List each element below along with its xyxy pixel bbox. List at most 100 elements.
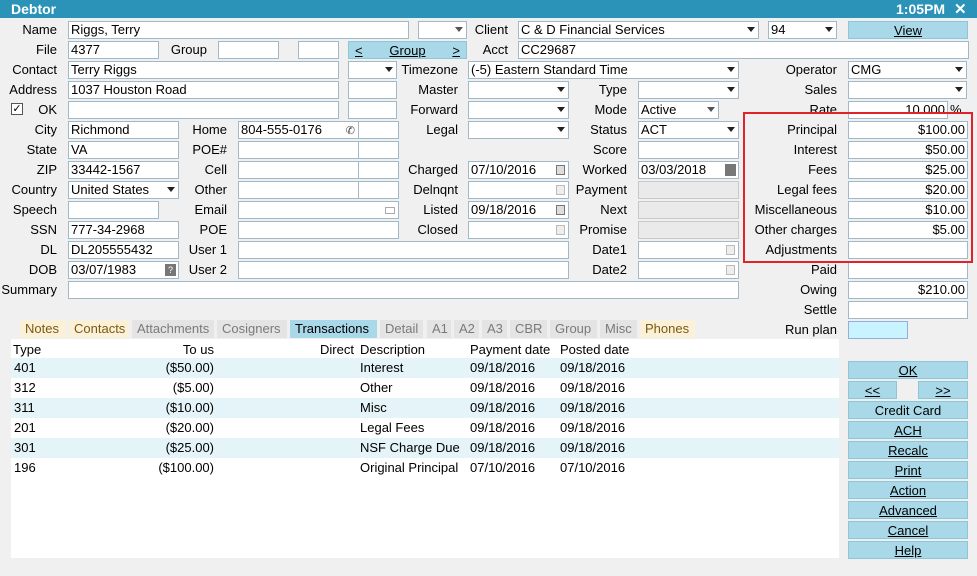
calendar-icon[interactable] — [726, 245, 735, 255]
poe-number-extra[interactable] — [358, 141, 399, 159]
sales-dropdown[interactable] — [848, 81, 967, 99]
help-button[interactable]: Help — [848, 541, 968, 559]
tab-notes[interactable]: Notes — [20, 320, 66, 338]
charged-field[interactable]: 07/10/2016 — [468, 161, 569, 179]
city-field[interactable]: Richmond — [68, 121, 179, 139]
cell-ext-field[interactable] — [358, 161, 399, 179]
name-field[interactable]: Riggs, Terry — [68, 21, 409, 39]
contact-field[interactable]: Terry Riggs — [68, 61, 339, 79]
cancel-button[interactable]: Cancel — [848, 521, 968, 539]
table-row[interactable]: 196 ($100.00) Original Principal 07/10/2016… — [11, 458, 839, 478]
tab-misc[interactable]: Misc — [600, 320, 637, 338]
poe-number-field[interactable] — [238, 141, 359, 159]
table-row[interactable]: 301 ($25.00) NSF Charge Due 09/18/2016 09/18… — [11, 438, 839, 458]
col-header-type[interactable]: Type — [13, 341, 41, 358]
group-field[interactable] — [218, 41, 279, 59]
group-prev-button[interactable]: < — [355, 42, 363, 59]
paid-field[interactable] — [848, 261, 968, 279]
forward-dropdown[interactable] — [468, 101, 569, 119]
tab-a3[interactable]: A3 — [482, 320, 507, 338]
cell-field[interactable] — [238, 161, 359, 179]
tab-detail[interactable]: Detail — [380, 320, 423, 338]
tab-cbr[interactable]: CBR — [510, 320, 547, 338]
master-dropdown[interactable] — [468, 81, 569, 99]
group-field-2[interactable] — [298, 41, 339, 59]
credit-card-button[interactable]: Credit Card — [848, 401, 968, 419]
recalc-button[interactable]: Recalc — [848, 441, 968, 459]
user1-field[interactable] — [238, 241, 569, 259]
tab-phones[interactable]: Phones — [640, 320, 695, 338]
home-phone-field[interactable]: 804-555-0176 ✆ — [238, 121, 359, 139]
home-ext-field[interactable] — [358, 121, 399, 139]
group-next-button[interactable]: > — [452, 42, 460, 59]
calendar-icon[interactable] — [556, 225, 565, 235]
col-header-direct[interactable]: Direct — [320, 341, 354, 358]
calendar-icon[interactable] — [725, 164, 736, 176]
table-row[interactable]: 312 ($5.00) Other 09/18/2016 09/18/2016 — [11, 378, 839, 398]
ssn-field[interactable]: 777-34-2968 — [68, 221, 179, 239]
calendar-icon[interactable] — [556, 185, 565, 195]
operator-dropdown[interactable]: CMG — [848, 61, 967, 79]
mode-dropdown[interactable]: Active — [638, 101, 719, 119]
file-field[interactable]: 4377 — [68, 41, 159, 59]
address-line-2-field[interactable] — [68, 101, 339, 119]
delnqnt-field[interactable] — [468, 181, 569, 199]
table-row[interactable]: 311 ($10.00) Misc 09/18/2016 09/18/2016 — [11, 398, 839, 418]
email-field[interactable] — [238, 201, 399, 219]
other-phone-field[interactable] — [238, 181, 359, 199]
tab-cosigners[interactable]: Cosigners — [217, 320, 287, 338]
group-button[interactable]: Group — [389, 43, 425, 58]
tab-group[interactable]: Group — [550, 320, 597, 338]
zip-field[interactable]: 33442-1567 — [68, 161, 179, 179]
legal-dropdown[interactable] — [468, 121, 569, 139]
address-field[interactable]: 1037 Houston Road — [68, 81, 339, 99]
dob-field[interactable]: 03/07/1983? — [68, 261, 179, 279]
col-header-payment-date[interactable]: Payment date — [470, 341, 550, 358]
country-dropdown[interactable]: United States — [68, 181, 179, 199]
ok-button[interactable]: OK — [848, 361, 968, 379]
calendar-icon[interactable] — [556, 165, 565, 175]
col-header-description[interactable]: Description — [360, 341, 425, 358]
col-header-to-us[interactable]: To us — [150, 341, 214, 358]
calendar-icon[interactable] — [726, 265, 735, 275]
run-plan-field[interactable] — [848, 321, 908, 339]
score-field[interactable] — [638, 141, 739, 159]
settle-field[interactable] — [848, 301, 968, 319]
help-calendar-icon[interactable]: ? — [165, 264, 176, 276]
poe-field[interactable] — [238, 221, 399, 239]
client-dropdown[interactable]: C & D Financial Services — [518, 21, 759, 39]
summary-field[interactable] — [68, 281, 739, 299]
dl-field[interactable]: DL205555432 — [68, 241, 179, 259]
date2-field[interactable] — [638, 261, 739, 279]
tab-a1[interactable]: A1 — [427, 320, 451, 338]
listed-field[interactable]: 09/18/2016 — [468, 201, 569, 219]
state-field[interactable]: VA — [68, 141, 179, 159]
date1-field[interactable] — [638, 241, 739, 259]
tab-a2[interactable]: A2 — [454, 320, 479, 338]
acct-field[interactable]: CC29687 — [518, 41, 969, 59]
closed-field[interactable] — [468, 221, 569, 239]
view-button[interactable]: View — [848, 21, 968, 39]
worked-field[interactable]: 03/03/2018 — [638, 161, 739, 179]
timezone-dropdown[interactable]: (-5) Eastern Standard Time — [468, 61, 739, 79]
table-row[interactable]: 201 ($20.00) Legal Fees 09/18/2016 09/18/201… — [11, 418, 839, 438]
other-phone-ext[interactable] — [358, 181, 399, 199]
group-nav[interactable]: < Group > — [348, 41, 467, 59]
owing-field[interactable]: $210.00 — [848, 281, 968, 299]
contact-dropdown[interactable] — [348, 61, 397, 79]
speech-field[interactable] — [68, 201, 159, 219]
ok-checkbox[interactable]: ✓ — [11, 103, 23, 115]
close-icon[interactable]: ✕ — [954, 0, 967, 18]
type-dropdown[interactable] — [638, 81, 739, 99]
tab-attachments[interactable]: Attachments — [132, 320, 214, 338]
tab-transactions[interactable]: Transactions — [290, 320, 377, 338]
user2-field[interactable] — [238, 261, 569, 279]
status-dropdown[interactable]: ACT — [638, 121, 739, 139]
client-code-dropdown[interactable]: 94 — [768, 21, 837, 39]
advanced-button[interactable]: Advanced — [848, 501, 968, 519]
print-button[interactable]: Print — [848, 461, 968, 479]
ach-button[interactable]: ACH — [848, 421, 968, 439]
envelope-icon[interactable] — [385, 207, 395, 214]
col-header-posted-date[interactable]: Posted date — [560, 341, 629, 358]
next-record-button[interactable]: >> — [918, 381, 968, 399]
